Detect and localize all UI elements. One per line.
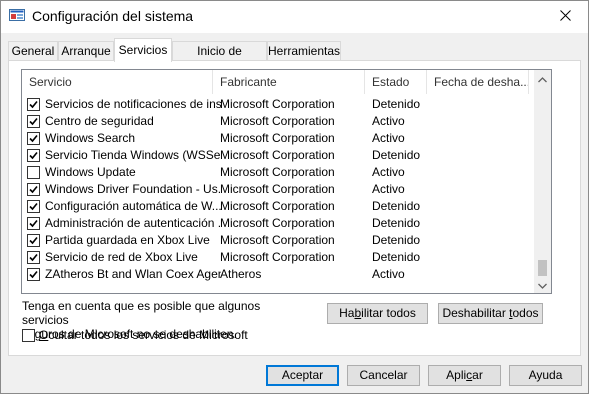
hide-ms-label-accel: O (39, 328, 49, 342)
vertical-scrollbar[interactable] (534, 70, 551, 293)
table-row[interactable]: Windows Update Microsoft Corporation Act… (22, 164, 534, 181)
service-name: Administración de autenticación ... (45, 216, 221, 230)
hide-ms-label-rest: cultar todos los servicios de Microsoft (48, 328, 248, 342)
apply-label-post: ar (472, 368, 483, 382)
note-line-1: Tenga en cuenta que es posible que algun… (22, 299, 261, 327)
table-row[interactable]: Partida guardada en Xbox Live Microsoft … (22, 232, 534, 249)
service-checkbox[interactable] (27, 98, 40, 111)
service-maker: Microsoft Corporation (220, 114, 335, 128)
service-state: Activo (372, 267, 405, 281)
service-name: Servicio Tienda Windows (WSSe... (45, 148, 221, 162)
hide-microsoft-services-checkbox[interactable] (22, 329, 35, 342)
service-state: Detenido (372, 216, 421, 230)
service-maker: Microsoft Corporation (220, 216, 335, 230)
chevron-down-icon (538, 278, 547, 292)
service-checkbox[interactable] (27, 268, 40, 281)
tab-servicios[interactable]: Servicios (114, 38, 172, 62)
service-maker: Microsoft Corporation (220, 131, 335, 145)
enable-all-label-post: ilitar todos (361, 306, 416, 320)
service-checkbox[interactable] (27, 183, 40, 196)
ok-button[interactable]: Aceptar (266, 365, 339, 386)
table-row[interactable]: ZAtheros Bt and Wlan Coex Agent Atheros … (22, 266, 534, 283)
service-checkbox[interactable] (27, 217, 40, 230)
service-checkbox[interactable] (27, 251, 40, 264)
service-name: Partida guardada en Xbox Live (45, 233, 210, 247)
services-list-header: Servicio Fabricante Estado Fecha de desh… (22, 70, 534, 94)
service-state: Detenido (372, 97, 421, 111)
table-row[interactable]: Servicio de red de Xbox Live Microsoft C… (22, 249, 534, 266)
service-name: Windows Update (45, 165, 136, 179)
service-checkbox[interactable] (27, 200, 40, 213)
scroll-up-button[interactable] (534, 70, 551, 87)
table-row[interactable]: Windows Driver Foundation - Us... Micros… (22, 181, 534, 198)
service-maker: Microsoft Corporation (220, 165, 335, 179)
close-button[interactable] (542, 1, 588, 32)
service-name: Servicio de red de Xbox Live (45, 250, 198, 264)
service-maker: Microsoft Corporation (220, 97, 335, 111)
services-list[interactable]: Servicio Fabricante Estado Fecha de desh… (21, 69, 552, 294)
hide-microsoft-services-label: Ocultar todos los servicios de Microsoft (39, 328, 248, 343)
table-row[interactable]: Servicios de notificaciones de ins... Mi… (22, 96, 534, 113)
column-header-servicio[interactable]: Servicio (22, 70, 213, 94)
disable-all-button[interactable]: Deshabilitar todos (438, 303, 543, 324)
service-checkbox[interactable] (27, 115, 40, 128)
service-state: Activo (372, 165, 405, 179)
service-maker: Atheros (220, 267, 262, 281)
service-state: Detenido (372, 250, 421, 264)
service-name: Servicios de notificaciones de ins... (45, 97, 221, 111)
service-checkbox[interactable] (27, 166, 40, 179)
table-row[interactable]: Centro de seguridad Microsoft Corporatio… (22, 113, 534, 130)
msconfig-icon (9, 9, 25, 23)
window-title: Configuración del sistema (32, 8, 194, 24)
enable-all-label-pre: Ha (339, 306, 355, 320)
service-checkbox[interactable] (27, 132, 40, 145)
cancel-button[interactable]: Cancelar (347, 365, 420, 386)
services-rows: Servicios de notificaciones de ins... Mi… (22, 96, 534, 283)
service-name: Configuración automática de W... (45, 199, 221, 213)
table-row[interactable]: Administración de autenticación ... Micr… (22, 215, 534, 232)
disable-all-label-post: odos (512, 306, 539, 320)
table-row[interactable]: Configuración automática de W... Microso… (22, 198, 534, 215)
service-maker: Microsoft Corporation (220, 148, 335, 162)
apply-label-pre: Apli (446, 368, 467, 382)
apply-button[interactable]: Aplicar (428, 365, 501, 386)
enable-all-button[interactable]: Habilitar todos (327, 303, 428, 324)
disable-all-label-pre: Deshabilitar (442, 306, 510, 320)
scroll-down-button[interactable] (534, 276, 551, 293)
scroll-thumb[interactable] (538, 260, 547, 276)
service-checkbox[interactable] (27, 234, 40, 247)
service-maker: Microsoft Corporation (220, 199, 335, 213)
service-name: ZAtheros Bt and Wlan Coex Agent (45, 267, 221, 281)
table-row[interactable]: Servicio Tienda Windows (WSSe... Microso… (22, 147, 534, 164)
title-bar: Configuración del sistema (1, 1, 588, 33)
service-maker: Microsoft Corporation (220, 233, 335, 247)
service-state: Activo (372, 182, 405, 196)
service-maker: Microsoft Corporation (220, 250, 335, 264)
column-header-fecha[interactable]: Fecha de desha... (427, 70, 529, 94)
service-state: Activo (372, 131, 405, 145)
services-panel: Servicio Fabricante Estado Fecha de desh… (8, 60, 581, 356)
service-state: Detenido (372, 199, 421, 213)
service-maker: Microsoft Corporation (220, 182, 335, 196)
service-state: Activo (372, 114, 405, 128)
service-name: Windows Driver Foundation - Us... (45, 182, 221, 196)
service-state: Detenido (372, 148, 421, 162)
service-name: Centro de seguridad (45, 114, 154, 128)
tab-arranque[interactable]: Arranque (58, 41, 114, 61)
service-name: Windows Search (45, 131, 136, 145)
tab-herramientas[interactable]: Herramientas (267, 41, 341, 61)
column-header-fabricante[interactable]: Fabricante (213, 70, 365, 94)
service-state: Detenido (372, 233, 421, 247)
tab-inicio-de-windows[interactable]: Inicio de Windows (172, 41, 267, 76)
chevron-up-icon (538, 72, 547, 86)
system-configuration-window: Configuración del sistema General Arranq… (0, 0, 589, 394)
table-row[interactable]: Windows Search Microsoft Corporation Act… (22, 130, 534, 147)
close-icon (559, 9, 571, 24)
help-button[interactable]: Ayuda (509, 365, 582, 386)
column-header-estado[interactable]: Estado (365, 70, 427, 94)
service-checkbox[interactable] (27, 149, 40, 162)
tab-general[interactable]: General (8, 41, 58, 61)
